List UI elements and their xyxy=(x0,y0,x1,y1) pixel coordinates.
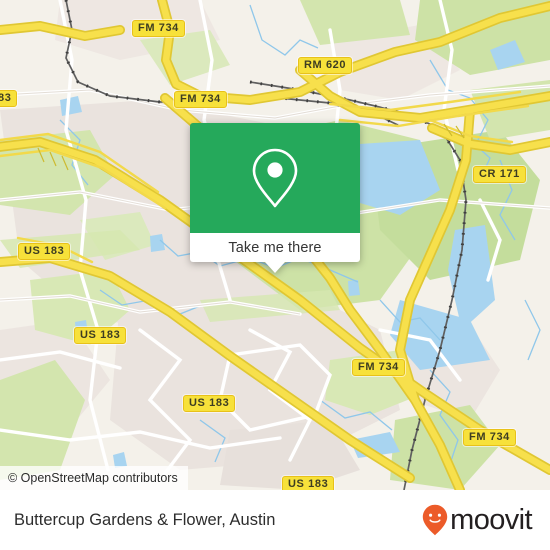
road-shield: US 183 xyxy=(74,327,127,344)
moovit-wordmark: moovit xyxy=(450,504,532,536)
place-name-title: Buttercup Gardens & Flower, Austin xyxy=(14,510,276,529)
road-shield: 83 xyxy=(0,90,18,107)
road-shield: US 183 xyxy=(183,395,236,412)
road-shield: RM 620 xyxy=(298,57,353,74)
popup-pointer-tail xyxy=(265,262,285,273)
osm-attribution-text: © OpenStreetMap contributors xyxy=(8,471,178,485)
popup-icon-panel xyxy=(190,123,360,233)
moovit-map-page: FM 734 RM 620 FM 734 83 CR 171 US 183 US… xyxy=(0,0,550,550)
bottom-info-bar: Buttercup Gardens & Flower, Austin moovi… xyxy=(0,490,550,550)
road-shield: FM 734 xyxy=(463,429,516,446)
road-shield: FM 734 xyxy=(174,91,227,108)
take-me-there-label: Take me there xyxy=(228,239,322,256)
popup-action-bar[interactable]: Take me there xyxy=(190,233,360,262)
moovit-logo[interactable]: moovit xyxy=(422,504,533,536)
road-shield: CR 171 xyxy=(473,166,526,183)
location-popup-card[interactable]: Take me there xyxy=(190,123,360,273)
road-shield: US 183 xyxy=(18,243,71,260)
osm-attribution[interactable]: © OpenStreetMap contributors xyxy=(0,466,188,490)
moovit-pin-icon xyxy=(422,504,448,536)
road-shield: FM 734 xyxy=(352,359,405,376)
road-shield: US 183 xyxy=(282,476,335,490)
map-pin-icon xyxy=(252,148,298,208)
map-canvas[interactable]: FM 734 RM 620 FM 734 83 CR 171 US 183 US… xyxy=(0,0,550,490)
road-shield: FM 734 xyxy=(132,20,185,37)
